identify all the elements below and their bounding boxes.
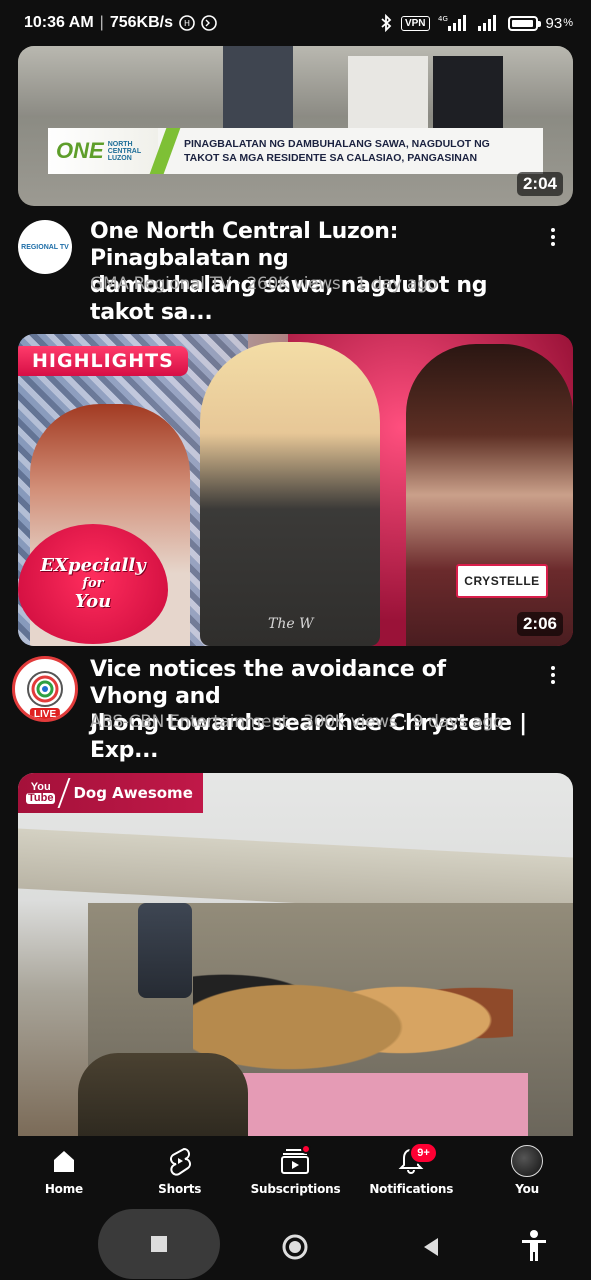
- channel-tag: You Tube Dog Awesome: [18, 773, 203, 813]
- video-subtitle: GMA Regional TV · 260K views · 1 day ago: [90, 274, 438, 294]
- clock: 10:36 AM: [24, 14, 94, 31]
- terminal-icon: [201, 15, 217, 31]
- notification-count-badge: 9+: [409, 1142, 438, 1164]
- bottom-navigation: Home Shorts Subscriptions 9+ Notificatio…: [0, 1136, 591, 1206]
- abs-cbn-logo-icon: [27, 671, 63, 707]
- video-title[interactable]: Vice notices the avoidance of Vhong and …: [90, 656, 530, 764]
- video-feed[interactable]: ONE NORTH CENTRAL LUZON PINAGBALATAN NG …: [0, 46, 591, 1136]
- news-caption: PINAGBALATAN NG DAMBUHALANG SAWA, NAGDUL…: [184, 138, 490, 164]
- vpn-badge: VPN: [400, 15, 430, 31]
- shorts-icon: [162, 1146, 198, 1176]
- video-title[interactable]: One North Central Luzon: Pinagbalatan ng…: [90, 218, 530, 326]
- more-options-icon[interactable]: [543, 660, 563, 690]
- bluetooth-icon: [379, 14, 393, 32]
- circle-icon: [282, 1234, 308, 1260]
- nav-home[interactable]: Home: [9, 1146, 119, 1196]
- battery-icon: [507, 15, 541, 31]
- battery-percent: 93: [545, 14, 563, 32]
- nav-shorts[interactable]: Shorts: [125, 1146, 235, 1196]
- home-icon: [46, 1146, 82, 1176]
- expecially-for-you-logo: EXpecially for You: [18, 524, 168, 644]
- nav-notifications[interactable]: 9+ Notifications: [356, 1142, 466, 1196]
- bell-icon: 9+: [393, 1142, 438, 1176]
- status-bar: 10:36 AM | 756KB/s H VPN 4G 93%: [24, 14, 573, 32]
- contestant-nameplate: CRYSTELLE: [456, 564, 548, 598]
- svg-text:H: H: [184, 19, 190, 28]
- video-subtitle: ABS-CBN Entertainment · 300K views · 9 d…: [90, 712, 503, 732]
- channel-avatar[interactable]: LIVE: [12, 656, 78, 722]
- speaker-object: [138, 903, 192, 998]
- svg-text:4G: 4G: [438, 15, 448, 23]
- more-options-icon[interactable]: [543, 222, 563, 252]
- nav-label: Shorts: [158, 1182, 202, 1196]
- nav-label: Subscriptions: [250, 1182, 341, 1196]
- channel-tag-label: Dog Awesome: [73, 784, 193, 802]
- nav-you[interactable]: You: [472, 1145, 582, 1196]
- one-north-central-luzon-logo: ONE NORTH CENTRAL LUZON: [48, 128, 158, 174]
- square-icon: [151, 1236, 167, 1252]
- home-system-button[interactable]: [278, 1230, 312, 1264]
- avatar: [511, 1145, 544, 1177]
- live-badge: LIVE: [29, 708, 61, 719]
- nav-subscriptions[interactable]: Subscriptions: [240, 1144, 350, 1196]
- news-lower-third: ONE NORTH CENTRAL LUZON PINAGBALATAN NG …: [48, 128, 543, 174]
- nav-label: Notifications: [369, 1182, 454, 1196]
- system-navigation-bar: [0, 1206, 591, 1280]
- network-speed: 756KB/s: [109, 14, 173, 31]
- subscriptions-icon: [277, 1144, 313, 1176]
- video-duration: 2:04: [516, 172, 563, 196]
- back-triangle-icon: [424, 1238, 438, 1256]
- video-thumbnail[interactable]: HIGHLIGHTS EXpecially for You CRYSTELLE …: [18, 334, 573, 646]
- video-thumbnail[interactable]: ONE NORTH CENTRAL LUZON PINAGBALATAN NG …: [18, 46, 573, 206]
- nav-label: Home: [44, 1182, 83, 1196]
- accessibility-button[interactable]: [514, 1226, 554, 1266]
- accessibility-icon: [522, 1230, 546, 1261]
- highlights-tag: HIGHLIGHTS: [18, 346, 188, 376]
- signal-4g-icon: 4G: [438, 14, 468, 32]
- dogs-group: [193, 943, 513, 1083]
- back-button[interactable]: [416, 1232, 446, 1262]
- video-thumbnail[interactable]: You Tube Dog Awesome: [18, 773, 573, 1136]
- nav-label: You: [515, 1182, 539, 1196]
- youtube-logo-icon: You Tube: [26, 781, 56, 804]
- video-duration: 2:06: [516, 612, 563, 636]
- channel-avatar[interactable]: REGIONAL TV: [18, 220, 72, 274]
- signal-icon: [476, 14, 500, 32]
- recent-apps-button[interactable]: [98, 1209, 220, 1279]
- hd-voice-icon: H: [179, 15, 195, 31]
- show-watermark: The W: [268, 616, 314, 632]
